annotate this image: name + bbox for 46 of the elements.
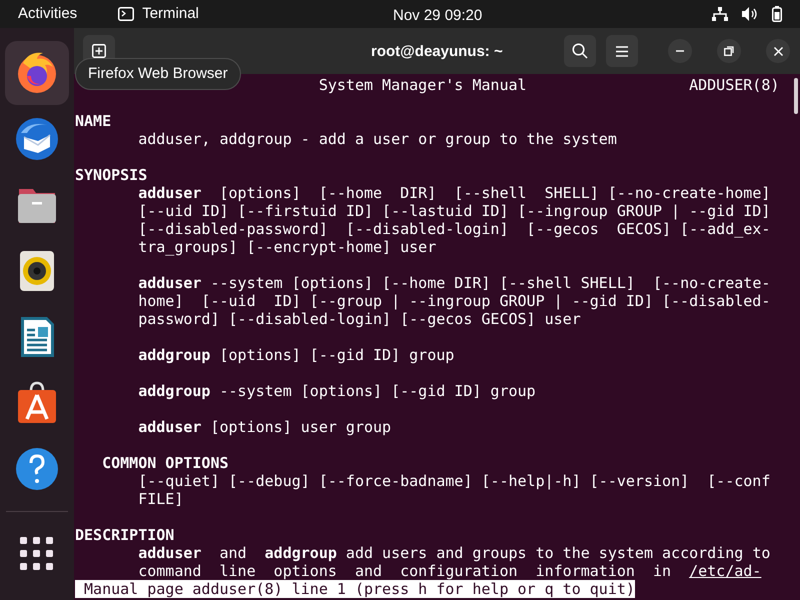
question-mark-icon bbox=[13, 445, 61, 493]
terminal-line: addgroup [options] [--gid ID] group bbox=[137, 346, 454, 364]
terminal-line: [--uid ID] [--firstuid ID] [--lastuid ID] [--ingroup GROUP | --gid ID] bbox=[137, 202, 770, 220]
minimize-button[interactable] bbox=[668, 39, 692, 63]
app-grid-icon bbox=[20, 537, 54, 571]
terminal-line: adduser --system [options] [--home DIR] [--shell SHELL] [--no-create- bbox=[137, 274, 770, 292]
terminal-line: addgroup --system [options] [--gid ID] group bbox=[137, 382, 536, 400]
battery-icon[interactable] bbox=[772, 6, 782, 22]
new-tab-icon bbox=[92, 44, 106, 58]
search-button[interactable] bbox=[564, 35, 596, 67]
mail-globe-icon bbox=[13, 115, 61, 163]
terminal-line: adduser [options] user group bbox=[137, 418, 392, 436]
terminal-icon bbox=[118, 7, 134, 21]
minimize-icon bbox=[676, 50, 684, 52]
terminal-line: NAME bbox=[75, 112, 112, 130]
search-icon bbox=[572, 43, 588, 59]
volume-icon[interactable] bbox=[742, 7, 758, 21]
terminal-line: SYNOPSIS bbox=[75, 166, 148, 184]
activities-button[interactable]: Activities bbox=[18, 2, 78, 26]
terminal-line: command line options and configuration information in bbox=[137, 562, 672, 580]
terminal-line: home] [--uid ID] [--group | --ingroup GROUP | --gid ID] [--disabled- bbox=[137, 292, 770, 310]
terminal-line: System Manager's Manual ADDUSER(8) bbox=[318, 76, 780, 94]
dock-item[interactable] bbox=[5, 41, 69, 105]
close-button[interactable] bbox=[766, 39, 790, 63]
menu-icon bbox=[616, 46, 628, 56]
file-path-link[interactable]: /etc/ad- bbox=[689, 562, 762, 580]
terminal-line: COMMON OPTIONS bbox=[101, 454, 229, 472]
terminal-line: DESCRIPTION bbox=[75, 526, 174, 544]
terminal-line: [--quiet] [--debug] [--force-badname] [--help|-h] [--version] [--conf bbox=[137, 472, 770, 490]
close-icon bbox=[774, 46, 782, 56]
menu-button[interactable] bbox=[606, 35, 638, 67]
scrollbar[interactable] bbox=[794, 78, 798, 114]
terminal-line: adduser [options] [--home DIR] [--shell SHELL] [--no-create-home] bbox=[137, 184, 770, 202]
maximize-button[interactable] bbox=[717, 39, 741, 63]
terminal-line: tra_groups] [--encrypt-home] user bbox=[137, 238, 436, 256]
terminal-line: [--disabled-password] [--disabled-login] [--gecos GECOS] [--add_ex- bbox=[137, 220, 770, 238]
window-title: root@deayunus: ~ bbox=[371, 42, 503, 62]
clock[interactable]: Nov 29 09:20 bbox=[393, 5, 482, 28]
terminal-line: adduser and addgroup add users and groups to the system according to bbox=[137, 544, 770, 562]
tooltip: Firefox Web Browser bbox=[75, 58, 241, 90]
network-icon[interactable] bbox=[712, 7, 728, 21]
terminal-line: adduser, addgroup - add a user or group to the system bbox=[137, 130, 617, 148]
app-menu-label[interactable]: Terminal bbox=[142, 2, 199, 26]
restore-icon bbox=[724, 46, 734, 56]
terminal-line: password] [--disabled-login] [--gecos GECOS] user bbox=[137, 310, 581, 328]
terminal-line: FILE] bbox=[137, 490, 184, 508]
